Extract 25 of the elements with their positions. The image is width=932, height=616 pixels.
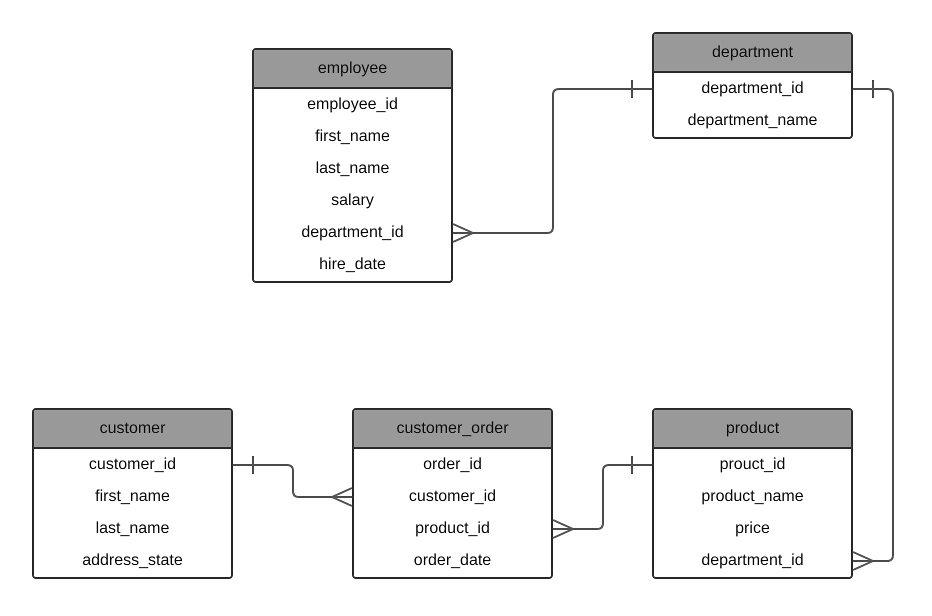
attribute-name: employee_id [306,95,399,115]
attribute-name: first_name [94,487,171,507]
entity-title: department [654,34,851,73]
entity-title: product [654,410,851,449]
attribute-name: product_id [414,519,491,539]
attribute-name: department_id [300,223,405,243]
attribute-name: product_name [700,487,805,507]
attribute-name: address_state [81,551,184,571]
entity-title: employee [254,50,451,89]
attribute-name: last_name [314,159,390,179]
entity-title: customer_order [354,410,551,449]
attribute-name: first_name [314,127,391,147]
attribute-name: department_id [700,79,805,99]
attribute-name: prouct_id [718,455,786,475]
attribute-name: last_name [94,519,170,539]
attribute-name: order_id [422,455,483,475]
entity-title: customer [34,410,231,449]
attribute-name: department_id [700,551,805,571]
attribute-name: price [734,519,771,539]
attribute-name: customer_id [408,487,498,507]
attribute-name: hire_date [318,255,387,275]
attribute-name: customer_id [88,455,178,475]
attribute-name: salary [330,191,375,211]
attribute-name: department_name [686,111,818,131]
attribute-name: order_date [412,551,492,571]
